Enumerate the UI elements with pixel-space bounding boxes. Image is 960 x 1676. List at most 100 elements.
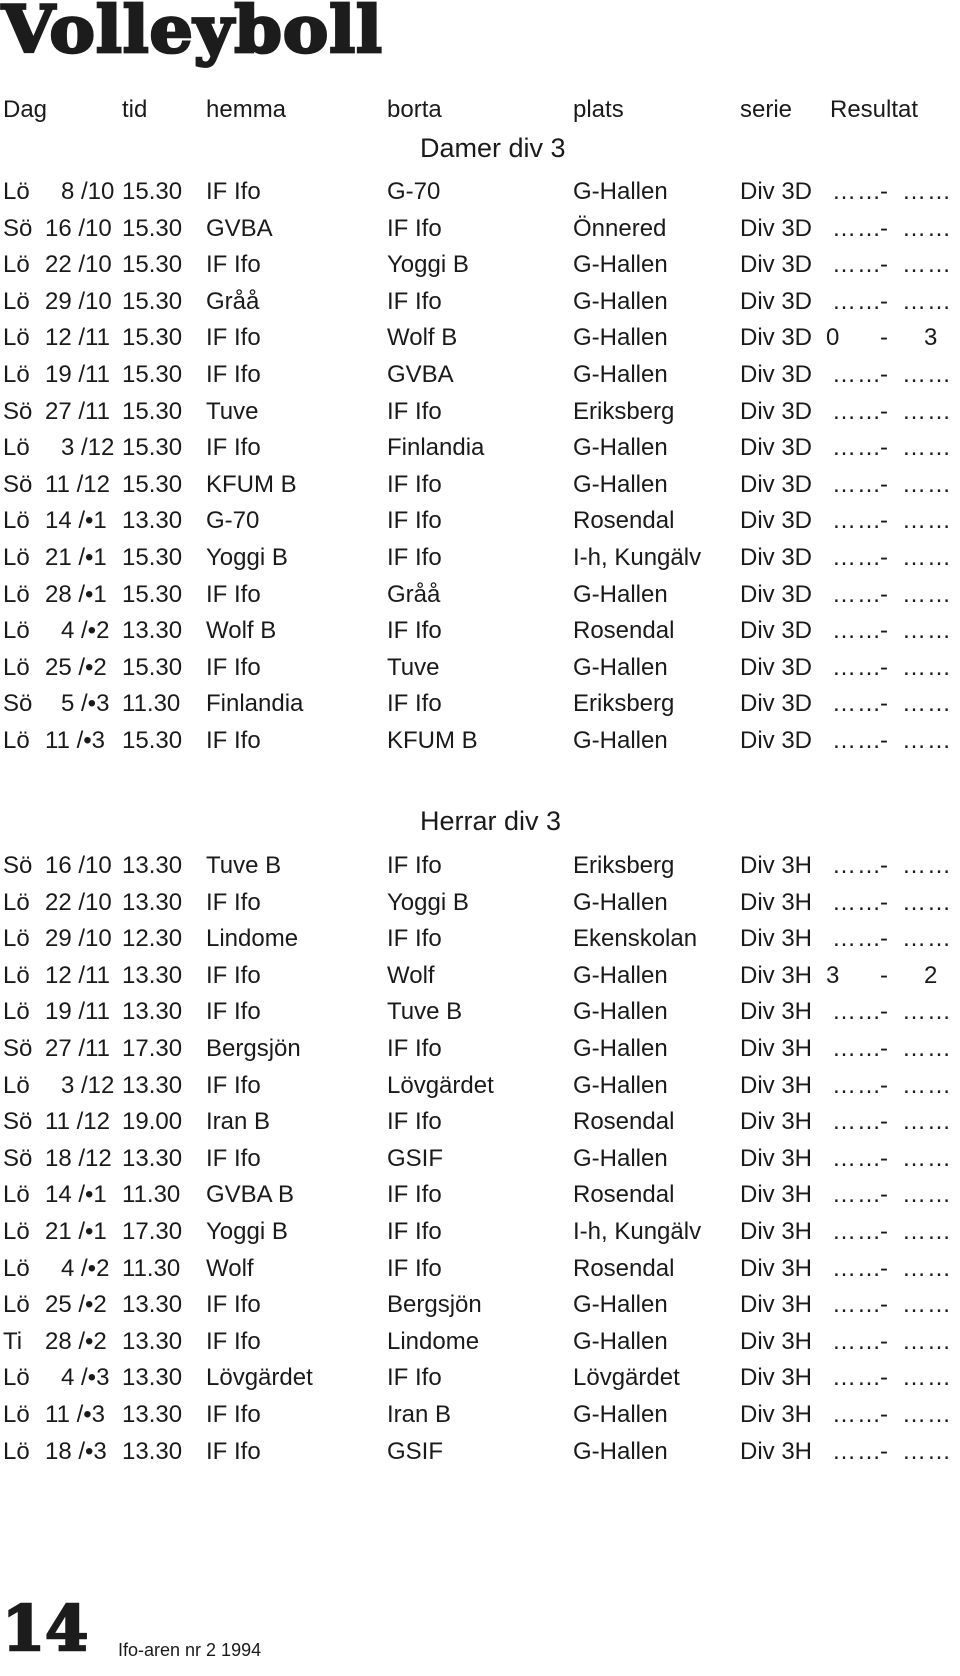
match-result-home: …… [832, 998, 882, 1026]
match-row: Lö 13.30 IF Ifo GSIF G-Hallen Div 3H…… -…… 18 /… [0, 1438, 960, 1474]
match-venue: G-Hallen [573, 1437, 668, 1465]
match-day: Sö [3, 470, 33, 498]
match-row: Lö 13.30 IF Ifo Tuve B G-Hallen Div 3H…… -…… 19… [0, 998, 960, 1034]
match-series: Div 3H [740, 1291, 813, 1319]
match-away-team: Wolf B [387, 324, 458, 352]
match-series: Div 3D [740, 727, 813, 754]
match-result-separator: - [880, 287, 888, 315]
match-home-team: IF Ifo [206, 1144, 261, 1172]
match-result-away: …… [902, 727, 952, 754]
match-result-home: …… [832, 690, 882, 718]
match-day: Lö [3, 324, 30, 352]
match-result-away: …… [902, 1401, 952, 1428]
match-day: Lö [3, 178, 30, 205]
match-result-home: …… [832, 507, 882, 535]
match-home-team: Tuve [206, 397, 259, 425]
match-home-team: GVBA B [206, 1181, 295, 1209]
match-day: Lö [3, 544, 30, 571]
match-row: Lö 15.30 IF Ifo Gråå G-Hallen Div 3D…… -…… 28 /… [0, 581, 960, 617]
match-home-team: Finlandia [206, 690, 304, 718]
match-result-separator: - [880, 690, 888, 718]
match-series: Div 3H [740, 1035, 813, 1062]
match-day: Lö [3, 1181, 30, 1209]
match-series: Div 3D [740, 580, 813, 608]
match-row: Lö 15.30 IF Ifo Yoggi B G-Hallen Div 3D…… -…… 2… [0, 251, 960, 287]
match-result-separator: - [880, 925, 888, 953]
match-away-team: IF Ifo [387, 287, 442, 315]
match-home-team: Iran B [206, 1108, 271, 1136]
match-series: Div 3H [740, 1254, 813, 1282]
match-venue: G-Hallen [573, 1327, 668, 1355]
match-result-separator: - [880, 1108, 888, 1136]
match-result-away: …… [902, 1108, 952, 1136]
match-row: Lö 15.30 Yoggi B IF Ifo I-h, Kungälv Div 3D……… [0, 544, 960, 580]
match-day: Lö [3, 727, 30, 754]
match-date: 11 /•3 [45, 1401, 105, 1428]
match-day: Lö [3, 653, 30, 681]
match-series: Div 3H [740, 1364, 813, 1392]
match-date: 18 /12 [45, 1144, 112, 1172]
match-result-home: …… [832, 727, 882, 754]
match-home-team: Wolf [206, 1254, 254, 1282]
match-venue: Ekenskolan [573, 925, 698, 953]
match-result-separator: - [880, 214, 888, 242]
match-result-away: …… [902, 925, 952, 953]
match-result-away: …… [902, 580, 952, 608]
match-result-home: 3 [826, 961, 840, 989]
match-result-away: …… [902, 544, 952, 571]
match-result-home: …… [832, 1218, 882, 1245]
match-result-separator: - [880, 1071, 888, 1099]
match-result-separator: - [880, 727, 888, 754]
match-venue: G-Hallen [573, 998, 668, 1026]
match-row: Sö 13.30 IF Ifo GSIF G-Hallen Div 3H…… -…… 18 /… [0, 1145, 960, 1181]
match-away-team: GSIF [387, 1144, 444, 1172]
match-date: 25 /•2 [45, 653, 107, 681]
match-date: 19 /11 [45, 998, 110, 1026]
match-away-team: Lövgärdet [387, 1071, 494, 1099]
match-row: Lö 13.30 IF Ifo Yoggi B G-Hallen Div 3H…… -…… 2… [0, 889, 960, 925]
match-series: Div 3D [740, 434, 813, 462]
match-result-home: …… [832, 1254, 882, 1282]
match-result-separator: - [880, 1291, 888, 1319]
match-home-team: IF Ifo [206, 251, 261, 279]
match-result-away: …… [902, 251, 952, 279]
match-venue: G-Hallen [573, 434, 668, 462]
match-date: 3 /12 [61, 1071, 115, 1099]
match-date: 4 /•2 [61, 1254, 110, 1282]
match-away-team: IF Ifo [387, 852, 442, 879]
match-result-home: …… [832, 1364, 882, 1392]
match-home-team: IF Ifo [206, 1291, 261, 1319]
match-date: 5 /•3 [61, 690, 110, 718]
match-away-team: IF Ifo [387, 397, 442, 425]
match-day: Lö [3, 1401, 30, 1428]
match-away-team: Gråå [387, 580, 441, 608]
match-home-team: IF Ifo [206, 653, 261, 681]
column-header-venue: plats [573, 96, 624, 123]
match-series: Div 3H [740, 1437, 813, 1465]
match-venue: G-Hallen [573, 1291, 668, 1319]
match-home-team: IF Ifo [206, 727, 261, 754]
match-venue: Eriksberg [573, 852, 675, 879]
match-date: 29 /10 [45, 925, 112, 953]
match-venue: G-Hallen [573, 727, 668, 754]
match-day: Lö [3, 251, 30, 279]
match-away-team: IF Ifo [387, 507, 442, 535]
column-header-series: serie [740, 96, 793, 123]
match-day: Lö [3, 1437, 30, 1465]
match-series: Div 3D [740, 251, 813, 279]
match-home-team: IF Ifo [206, 1327, 261, 1355]
match-day: Lö [3, 888, 30, 916]
match-result-separator: - [880, 1437, 888, 1465]
match-result-home: …… [832, 214, 882, 242]
match-row: Lö 11.30 Wolf IF Ifo Rosendal Div 3H…… -…… 4 /•… [0, 1255, 960, 1291]
match-result-separator: - [880, 397, 888, 425]
match-home-team: G-70 [206, 507, 260, 535]
match-home-team: IF Ifo [206, 998, 261, 1026]
match-day: Sö [3, 1108, 33, 1136]
match-series: Div 3H [740, 998, 813, 1026]
match-day: Lö [3, 1218, 30, 1245]
match-home-team: IF Ifo [206, 961, 261, 989]
match-date: 27 /11 [45, 397, 110, 425]
match-result-away: …… [902, 617, 952, 645]
match-date: 16 /10 [45, 852, 112, 879]
